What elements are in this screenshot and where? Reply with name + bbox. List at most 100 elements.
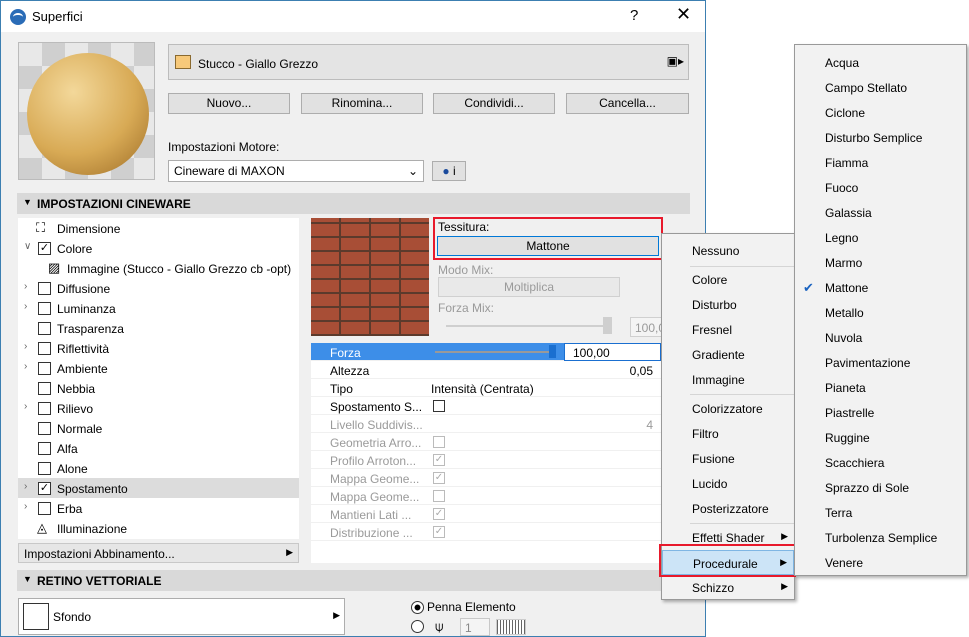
vector-section-header[interactable]: ▼ RETINO VETTORIALE [17, 570, 690, 591]
chevron-down-icon[interactable]: ∨ [24, 241, 31, 252]
menu-item-filtro[interactable]: Filtro [662, 421, 794, 446]
menu-item-lucido[interactable]: Lucido [662, 471, 794, 496]
chevron-right-icon[interactable]: › [24, 401, 27, 412]
diffusione-checkbox[interactable] [38, 282, 51, 295]
tree-item-normale[interactable]: Normale [18, 418, 299, 438]
tree-item-colore[interactable]: ∨ ✓ Colore [18, 238, 299, 258]
tree-item-nebbia[interactable]: Nebbia [18, 378, 299, 398]
submenu-item-acqua[interactable]: Acqua [795, 50, 966, 75]
submenu-item-pavimentazione[interactable]: Pavimentazione [795, 350, 966, 375]
menu-separator [690, 394, 794, 395]
pen-element-radio[interactable] [411, 601, 424, 614]
submenu-item-marmo[interactable]: Marmo [795, 250, 966, 275]
submenu-item-disturbo-semplice[interactable]: Disturbo Semplice [795, 125, 966, 150]
chevron-right-icon[interactable]: › [24, 361, 27, 372]
prop-checkbox: ✓ [433, 508, 445, 520]
menu-item-posterizzatore[interactable]: Posterizzatore [662, 496, 794, 521]
submenu-item-ciclone[interactable]: Ciclone [795, 100, 966, 125]
riflettivita-checkbox[interactable] [38, 342, 51, 355]
match-settings-button[interactable]: Impostazioni Abbinamento... ▶ [18, 543, 299, 563]
colore-checkbox[interactable]: ✓ [38, 242, 51, 255]
tree-item-immagine[interactable]: ▨ Immagine (Stucco - Giallo Grezzo cb -op… [18, 258, 299, 278]
tree-item-ambiente[interactable]: › Ambiente [18, 358, 299, 378]
tree-item-trasparenza[interactable]: Trasparenza [18, 318, 299, 338]
force-slider-thumb[interactable] [549, 345, 556, 358]
luminanza-checkbox[interactable] [38, 302, 51, 315]
prop-row-spostamento-s[interactable]: Spostamento S... [311, 397, 661, 415]
submenu-item-scacchiera[interactable]: Scacchiera [795, 450, 966, 475]
close-button[interactable]: ✕ [676, 4, 691, 25]
trasparenza-checkbox[interactable] [38, 322, 51, 335]
submenu-item-mattone[interactable]: ✔ Mattone [795, 275, 966, 300]
submenu-item-legno[interactable]: Legno [795, 225, 966, 250]
spostamento-checkbox[interactable]: ✓ [38, 482, 51, 495]
ambiente-checkbox[interactable] [38, 362, 51, 375]
prop-row-altezza[interactable]: Altezza 0,05 [311, 361, 661, 379]
submenu-item-pianeta[interactable]: Pianeta [795, 375, 966, 400]
force-slider[interactable] [435, 351, 553, 353]
alone-checkbox[interactable] [38, 462, 51, 475]
tree-item-riflettivita[interactable]: › Riflettività [18, 338, 299, 358]
chevron-right-icon[interactable]: › [24, 281, 27, 292]
submenu-item-venere[interactable]: Venere [795, 550, 966, 575]
chevron-right-icon[interactable]: › [24, 481, 27, 492]
delete-button[interactable]: Cancella... [566, 93, 689, 114]
alfa-checkbox[interactable] [38, 442, 51, 455]
pen-pattern-icon [496, 619, 526, 635]
tree-item-rilievo[interactable]: › Rilievo [18, 398, 299, 418]
submenu-item-fuoco[interactable]: Fuoco [795, 175, 966, 200]
tree-item-luminanza[interactable]: › Luminanza [18, 298, 299, 318]
prop-row-mappa-2: Mappa Geome... [311, 487, 661, 505]
submenu-item-turbolenza-semplice[interactable]: Turbolenza Semplice [795, 525, 966, 550]
chevron-right-icon[interactable]: › [24, 301, 27, 312]
pen-custom-radio[interactable] [411, 620, 424, 633]
tree-item-dimensione[interactable]: ⛶ Dimensione [18, 218, 299, 238]
tree-item-illuminazione[interactable]: ◬ Illuminazione [18, 518, 299, 538]
prop-checkbox[interactable] [433, 400, 445, 412]
material-menu-icon[interactable]: ▣▸ [667, 54, 684, 68]
submenu-item-sprazzo-di-sole[interactable]: Sprazzo di Sole [795, 475, 966, 500]
engine-info-button[interactable]: ● i [432, 161, 466, 181]
submenu-item-galassia[interactable]: Galassia [795, 200, 966, 225]
submenu-item-nuvola[interactable]: Nuvola [795, 325, 966, 350]
tree-item-spostamento[interactable]: › ✓ Spostamento [18, 478, 299, 498]
normale-checkbox[interactable] [38, 422, 51, 435]
prop-checkbox: ✓ [433, 472, 445, 484]
cineware-section-header[interactable]: ▼ IMPOSTAZIONI CINEWARE [17, 193, 690, 214]
engine-select[interactable]: Cineware di MAXON ⌄ [168, 160, 424, 182]
background-fill-selector[interactable]: Sfondo ▶ [18, 598, 345, 635]
rilievo-checkbox[interactable] [38, 402, 51, 415]
tree-item-diffusione[interactable]: › Diffusione [18, 278, 299, 298]
prop-row-tipo[interactable]: Tipo Intensità (Centrata) [311, 379, 661, 397]
prop-row-forza[interactable]: Forza 100,00 [311, 343, 661, 361]
menu-item-disturbo[interactable]: Disturbo [662, 292, 794, 317]
material-selector[interactable]: Stucco - Giallo Grezzo ▣▸ [168, 44, 689, 80]
submenu-item-ruggine[interactable]: Ruggine [795, 425, 966, 450]
menu-item-gradiente[interactable]: Gradiente [662, 342, 794, 367]
submenu-item-campo-stellato[interactable]: Campo Stellato [795, 75, 966, 100]
menu-item-colore[interactable]: Colore [662, 267, 794, 292]
submenu-item-terra[interactable]: Terra [795, 500, 966, 525]
help-button[interactable]: ? [630, 7, 638, 24]
tree-item-erba[interactable]: › Erba [18, 498, 299, 518]
title-bar: Superfici ? ✕ [1, 1, 705, 32]
menu-item-fresnel[interactable]: Fresnel [662, 317, 794, 342]
menu-item-fusione[interactable]: Fusione [662, 446, 794, 471]
tree-item-alone[interactable]: Alone [18, 458, 299, 478]
submenu-item-metallo[interactable]: Metallo [795, 300, 966, 325]
menu-item-colorizzatore[interactable]: Colorizzatore [662, 396, 794, 421]
chevron-right-icon[interactable]: › [24, 341, 27, 352]
menu-item-immagine[interactable]: Immagine [662, 367, 794, 392]
submenu-item-piastrelle[interactable]: Piastrelle [795, 400, 966, 425]
submenu-item-fiamma[interactable]: Fiamma [795, 150, 966, 175]
menu-item-schizzo[interactable]: Schizzo ▶ [662, 575, 794, 600]
rename-button[interactable]: Rinomina... [301, 93, 423, 114]
nebbia-checkbox[interactable] [38, 382, 51, 395]
share-button[interactable]: Condividi... [433, 93, 555, 114]
erba-checkbox[interactable] [38, 502, 51, 515]
force-input[interactable]: 100,00 [564, 343, 661, 361]
chevron-right-icon[interactable]: › [24, 501, 27, 512]
new-button[interactable]: Nuovo... [168, 93, 290, 114]
menu-item-nessuno[interactable]: Nessuno [662, 238, 794, 263]
tree-item-alfa[interactable]: Alfa [18, 438, 299, 458]
